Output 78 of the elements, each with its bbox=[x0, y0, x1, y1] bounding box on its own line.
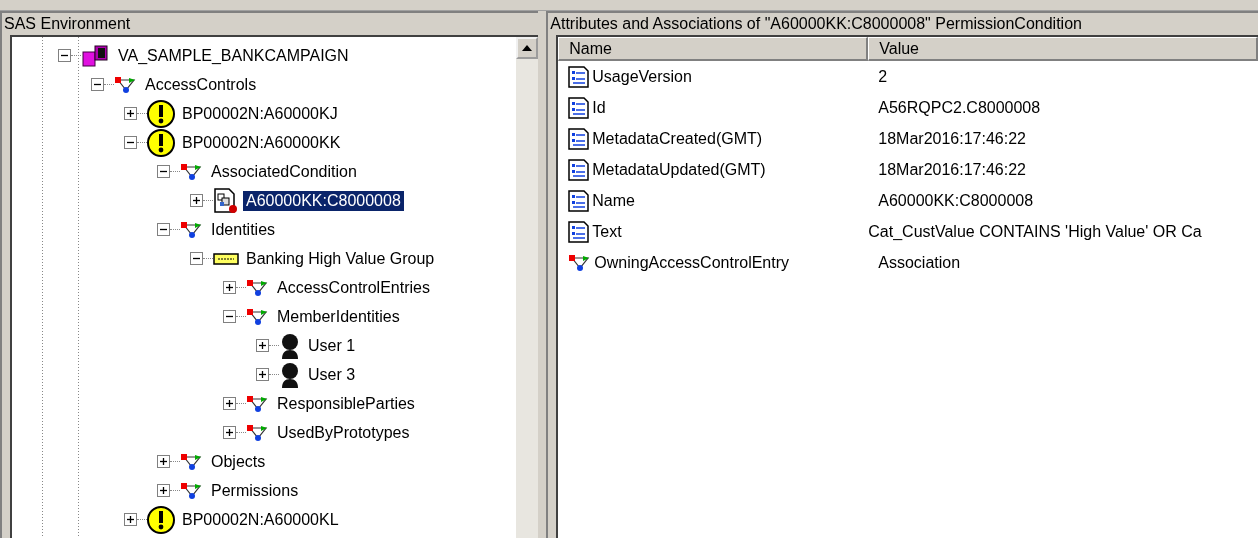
attribute-value: A56RQPC2.C8000008 bbox=[877, 98, 1041, 117]
expand-icon[interactable] bbox=[190, 194, 203, 207]
association-icon bbox=[180, 220, 204, 239]
association-icon bbox=[180, 452, 204, 471]
group-icon bbox=[213, 252, 239, 265]
warning-icon bbox=[147, 505, 175, 534]
expand-icon[interactable] bbox=[223, 426, 236, 439]
association-icon bbox=[180, 481, 204, 500]
collapse-icon[interactable] bbox=[157, 223, 170, 236]
expand-icon[interactable] bbox=[256, 368, 269, 381]
expand-icon[interactable] bbox=[157, 455, 170, 468]
tree-item[interactable]: AccessControls bbox=[142, 74, 260, 95]
tree-item[interactable]: User 1 bbox=[305, 335, 359, 356]
tree-item[interactable]: MemberIdentities bbox=[274, 306, 403, 327]
tree-item[interactable]: BP00002N:A60000KK bbox=[179, 132, 344, 153]
attribute-icon bbox=[568, 65, 591, 88]
collapse-icon[interactable] bbox=[91, 78, 104, 91]
warning-icon bbox=[147, 128, 175, 157]
attribute-name: Text bbox=[592, 222, 622, 241]
attribute-name: Name bbox=[592, 191, 635, 210]
tree-item[interactable]: ResponsibleParties bbox=[274, 393, 418, 414]
expand-icon[interactable] bbox=[124, 107, 137, 120]
tree-item[interactable]: User 3 bbox=[305, 364, 359, 385]
tree-item[interactable]: VA_SAMPLE_BANKCAMPAIGN bbox=[115, 45, 352, 66]
tree-item[interactable]: BP00002N:A60000KJ bbox=[179, 103, 341, 124]
collapse-icon[interactable] bbox=[124, 136, 137, 149]
attribute-value: A60000KK:C8000008 bbox=[877, 191, 1034, 210]
association-icon bbox=[246, 278, 270, 297]
expand-icon[interactable] bbox=[223, 397, 236, 410]
collapse-icon[interactable] bbox=[190, 252, 203, 265]
user-icon bbox=[279, 332, 301, 359]
user-icon bbox=[279, 361, 301, 388]
attribute-icon bbox=[568, 189, 591, 212]
attribute-name: MetadataUpdated(GMT) bbox=[592, 160, 766, 179]
tree-item[interactable]: A60000KK:C8000008 bbox=[243, 190, 404, 211]
attribute-icon bbox=[568, 127, 591, 150]
document-icon bbox=[213, 187, 239, 214]
scrollbar[interactable] bbox=[516, 37, 539, 538]
cubes-icon bbox=[81, 43, 111, 68]
attribute-name: OwningAccessControlEntry bbox=[594, 253, 790, 272]
panel-title: Attributes and Associations of "A60000KK:C8000008" PermissionCondition bbox=[549, 14, 1083, 34]
tree-item[interactable]: Permissions bbox=[208, 480, 302, 501]
tree-item[interactable]: AssociatedCondition bbox=[208, 161, 360, 182]
attribute-value: Cat_CustValue CONTAINS 'High Value' OR Ca bbox=[868, 222, 1202, 241]
expand-icon[interactable] bbox=[223, 281, 236, 294]
collapse-icon[interactable] bbox=[157, 165, 170, 178]
expand-icon[interactable] bbox=[157, 484, 170, 497]
expand-icon[interactable] bbox=[124, 513, 137, 526]
attribute-name: UsageVersion bbox=[592, 67, 692, 86]
attribute-icon bbox=[568, 220, 591, 243]
up-arrow-icon bbox=[522, 45, 533, 51]
attribute-value: 2 bbox=[877, 67, 888, 86]
attribute-name: MetadataCreated(GMT) bbox=[592, 129, 763, 148]
attribute-value: 18Mar2016:17:46:22 bbox=[877, 160, 1026, 179]
tree-item[interactable]: BP00002N:A60000KL bbox=[179, 509, 342, 530]
tree-item[interactable]: Identities bbox=[208, 219, 279, 240]
attribute-icon bbox=[568, 96, 591, 119]
scroll-up-button[interactable] bbox=[516, 37, 539, 59]
attribute-value: 18Mar2016:17:46:22 bbox=[877, 129, 1026, 148]
tree-item[interactable]: Objects bbox=[208, 451, 269, 472]
attribute-name: Id bbox=[592, 98, 606, 117]
column-header[interactable]: Value bbox=[868, 37, 1258, 61]
association-icon bbox=[246, 394, 270, 413]
attribute-icon bbox=[568, 158, 591, 181]
association-icon bbox=[180, 162, 204, 181]
attribute-value: Association bbox=[877, 253, 961, 272]
tree-item[interactable]: AccessControlEntries bbox=[274, 277, 433, 298]
association-icon bbox=[114, 75, 138, 94]
column-header[interactable]: Name bbox=[558, 37, 869, 61]
association-icon bbox=[246, 307, 270, 326]
collapse-icon[interactable] bbox=[58, 49, 71, 62]
collapse-icon[interactable] bbox=[223, 310, 236, 323]
tree-item[interactable]: Banking High Value Group bbox=[243, 248, 438, 269]
association-icon bbox=[246, 423, 270, 442]
warning-icon bbox=[147, 99, 175, 128]
expand-icon[interactable] bbox=[256, 339, 269, 352]
panel-title: SAS Environment bbox=[3, 14, 132, 34]
tree-item[interactable]: UsedByPrototypes bbox=[274, 422, 413, 443]
